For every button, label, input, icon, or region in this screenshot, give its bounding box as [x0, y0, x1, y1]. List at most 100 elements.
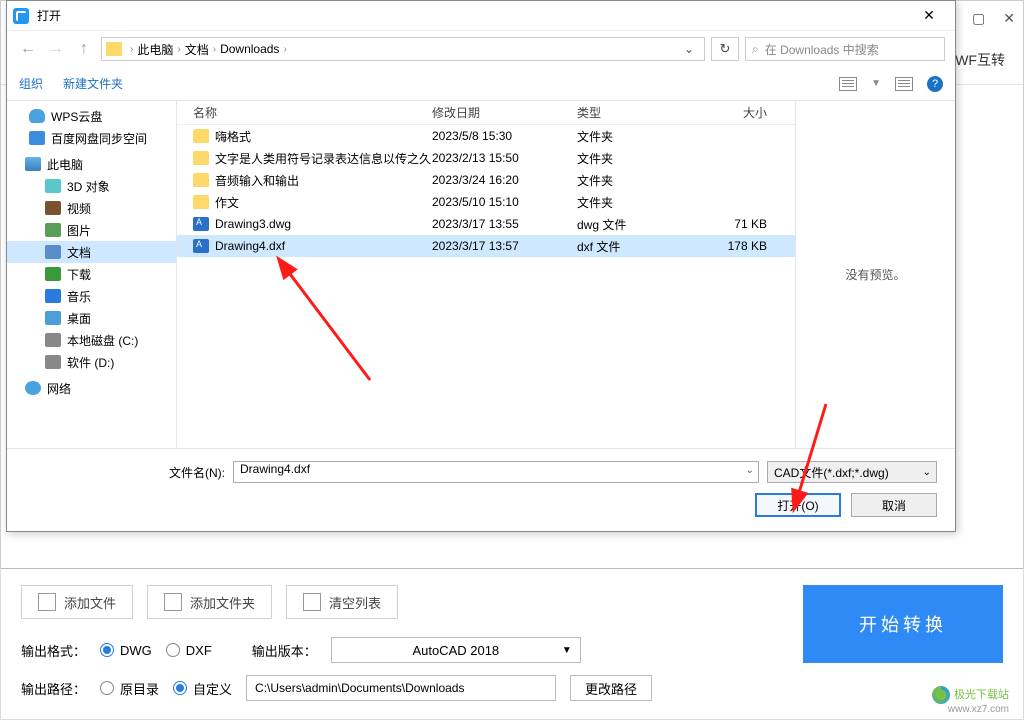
format-dwg-radio[interactable]: DWG [100, 643, 152, 658]
sidebar-item[interactable]: 音乐 [7, 285, 176, 307]
open-button[interactable]: 打开(O) [755, 493, 841, 517]
trash-icon [303, 593, 321, 611]
file-name: 嗨格式 [215, 128, 251, 145]
view-mode-icon[interactable] [839, 77, 857, 91]
breadcrumb[interactable]: › 此电脑 › 文档 › Downloads › ⌄ [101, 37, 705, 61]
file-name: Drawing3.dwg [215, 217, 291, 231]
filename-label: 文件名(N): [25, 464, 225, 481]
sidebar-icon [45, 245, 61, 259]
sidebar-item[interactable]: 此电脑 [7, 153, 176, 175]
preview-pane-icon[interactable] [895, 77, 913, 91]
nav-up-icon[interactable]: ↑ [73, 38, 95, 60]
file-date: 2023/2/13 15:50 [432, 151, 577, 165]
add-folder-button[interactable]: 添加文件夹 [147, 585, 272, 619]
refresh-button[interactable]: ↻ [711, 37, 739, 61]
col-header-size[interactable]: 大小 [697, 104, 767, 121]
file-open-dialog: 打开 ✕ ← → ↑ › 此电脑 › 文档 › Downloads › ⌄ ↻ … [6, 0, 956, 532]
cancel-button[interactable]: 取消 [851, 493, 937, 517]
sidebar-item[interactable]: 3D 对象 [7, 175, 176, 197]
preview-empty-text: 没有预览。 [845, 266, 905, 283]
output-path-label: 输出路径： [21, 679, 86, 698]
file-size: 71 KB [697, 217, 767, 231]
sidebar-item[interactable]: 下载 [7, 263, 176, 285]
file-icon [193, 239, 209, 253]
dialog-nav-row: ← → ↑ › 此电脑 › 文档 › Downloads › ⌄ ↻ ⌕ 在 D… [7, 31, 955, 67]
dialog-title: 打开 [37, 7, 909, 24]
chevron-down-icon[interactable]: ⌄ [746, 465, 754, 476]
file-row[interactable]: Drawing3.dwg 2023/3/17 13:55dwg 文件71 KB [177, 213, 795, 235]
breadcrumb-dropdown-icon[interactable]: ⌄ [678, 42, 700, 56]
sidebar-icon [45, 201, 61, 215]
path-original-radio[interactable]: 原目录 [100, 679, 159, 698]
sidebar-icon [45, 179, 61, 193]
sidebar-item[interactable]: 本地磁盘 (C:) [7, 329, 176, 351]
nav-forward-icon[interactable]: → [45, 38, 67, 60]
breadcrumb-segment[interactable]: Downloads [220, 42, 279, 56]
sidebar-item-label: 下载 [67, 266, 91, 283]
sidebar-item[interactable]: 网络 [7, 377, 176, 399]
clear-list-button[interactable]: 清空列表 [286, 585, 398, 619]
file-date: 2023/3/17 13:57 [432, 239, 577, 253]
filename-input[interactable]: Drawing4.dxf ⌄ [233, 461, 759, 483]
sidebar-icon [45, 267, 61, 281]
add-file-button[interactable]: 添加文件 [21, 585, 133, 619]
sidebar-icon [25, 381, 41, 395]
file-row[interactable]: Drawing4.dxf2023/3/17 13:57dxf 文件178 KB [177, 235, 795, 257]
sidebar-icon [25, 157, 41, 171]
file-row[interactable]: 音频输入和输出2023/3/24 16:20文件夹 [177, 169, 795, 191]
breadcrumb-segment[interactable]: 文档 [185, 41, 209, 58]
file-row[interactable]: 作文2023/5/10 15:10文件夹 [177, 191, 795, 213]
file-type: 文件夹 [577, 172, 697, 189]
file-icon [193, 151, 209, 165]
outer-maximize-icon[interactable]: ▢ [972, 10, 985, 27]
start-convert-button[interactable]: 开始转换 [803, 585, 1003, 663]
file-date: 2023/5/8 15:30 [432, 129, 577, 143]
sidebar-item-label: 本地磁盘 (C:) [67, 332, 138, 349]
sidebar-icon [29, 109, 45, 123]
file-type: 文件夹 [577, 194, 697, 211]
outer-close-icon[interactable]: ✕ [1003, 10, 1015, 27]
path-custom-radio[interactable]: 自定义 [173, 679, 232, 698]
file-icon [193, 129, 209, 143]
search-placeholder: 在 Downloads 中搜索 [765, 41, 879, 58]
folder-plus-icon [164, 593, 182, 611]
output-path-input[interactable]: C:\Users\admin\Documents\Downloads [246, 675, 556, 701]
filetype-select[interactable]: CAD文件(*.dxf;*.dwg) ⌄ [767, 461, 937, 483]
file-size: 178 KB [697, 239, 767, 253]
help-icon[interactable]: ? [927, 76, 943, 92]
change-path-button[interactable]: 更改路径 [570, 675, 652, 701]
sidebar-icon [45, 311, 61, 325]
sidebar-item-label: WPS云盘 [51, 108, 102, 125]
sidebar-item[interactable]: 视频 [7, 197, 176, 219]
chevron-down-icon[interactable]: ⌄ [923, 467, 931, 478]
dialog-toolbar: 组织 新建文件夹 ▼ ? [7, 67, 955, 101]
dialog-bottom: 文件名(N): Drawing4.dxf ⌄ CAD文件(*.dxf;*.dwg… [7, 448, 955, 531]
sidebar-item[interactable]: 百度网盘同步空间 [7, 127, 176, 149]
nav-back-icon[interactable]: ← [17, 38, 39, 60]
sidebar-item-label: 百度网盘同步空间 [51, 130, 147, 147]
new-folder-button[interactable]: 新建文件夹 [63, 75, 123, 92]
sidebar-item[interactable]: 文档 [7, 241, 176, 263]
file-row[interactable]: 嗨格式2023/5/8 15:30文件夹 [177, 125, 795, 147]
file-type: dwg 文件 [577, 216, 697, 233]
file-row[interactable]: 文字是人类用符号记录表达信息以传之久...2023/2/13 15:50文件夹 [177, 147, 795, 169]
sidebar-item[interactable]: 桌面 [7, 307, 176, 329]
app-bottom-panel: 添加文件 添加文件夹 清空列表 输出格式： DWG DXF 输出版本： Auto… [0, 568, 1024, 720]
col-header-type[interactable]: 类型 [577, 104, 697, 121]
file-date: 2023/3/17 13:55 [432, 217, 577, 231]
organize-menu[interactable]: 组织 [19, 75, 43, 92]
breadcrumb-segment[interactable]: 此电脑 [137, 41, 173, 58]
col-header-date[interactable]: 修改日期 [432, 104, 577, 121]
watermark-logo-icon [932, 686, 950, 704]
file-type: 文件夹 [577, 150, 697, 167]
file-date: 2023/3/24 16:20 [432, 173, 577, 187]
format-dxf-radio[interactable]: DXF [166, 643, 212, 658]
search-input[interactable]: ⌕ 在 Downloads 中搜索 [745, 37, 945, 61]
sidebar-item[interactable]: WPS云盘 [7, 105, 176, 127]
version-select[interactable]: AutoCAD 2018▼ [331, 637, 581, 663]
sidebar-item[interactable]: 图片 [7, 219, 176, 241]
sidebar-item[interactable]: 软件 (D:) [7, 351, 176, 373]
col-header-name[interactable]: 名称 [177, 104, 432, 121]
dialog-close-button[interactable]: ✕ [909, 7, 949, 24]
file-name: 作文 [215, 194, 239, 211]
